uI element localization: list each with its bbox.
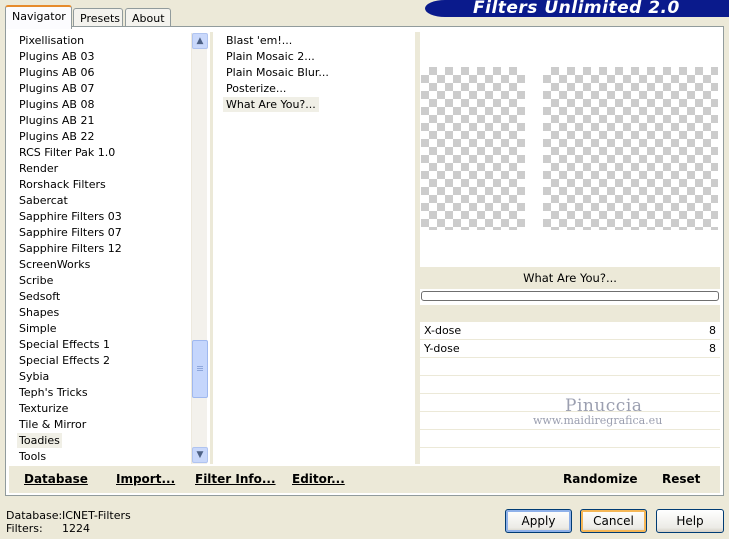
watermark: Pinuccia www.maidiregrafica.eu [533,396,693,427]
randomize-button[interactable]: Randomize [563,466,637,493]
param-row-empty [420,448,720,465]
category-item[interactable]: Sapphire Filters 03 [17,209,124,224]
category-scrollbar[interactable]: ▲ ▼ [191,33,208,464]
category-item[interactable]: Sedsoft [17,289,62,304]
category-item[interactable]: Sapphire Filters 12 [17,241,124,256]
reset-button[interactable]: Reset [662,466,700,493]
category-item[interactable]: Simple [17,321,59,336]
app-title-banner: Filters Unlimited 2.0 [425,0,729,17]
filter-info-label: Filter Info... [195,472,276,486]
editor-label: Editor... [292,472,345,486]
param-row-empty [420,376,720,393]
tab-about[interactable]: About [125,8,171,28]
divider [210,32,213,464]
category-item[interactable]: ScreenWorks [17,257,92,272]
category-item[interactable]: Plugins AB 06 [17,65,96,80]
help-button[interactable]: Help [656,509,724,533]
bottom-toolbar: Database Import... Filter Info... Editor… [9,466,720,493]
cancel-button[interactable]: Cancel [580,509,647,533]
category-item[interactable]: Sybia [17,369,51,384]
category-item[interactable]: Special Effects 1 [17,337,112,352]
chevron-down-icon[interactable]: ▼ [192,447,208,463]
category-item[interactable]: Shapes [17,305,61,320]
category-item[interactable]: Sapphire Filters 07 [17,225,124,240]
apply-button[interactable]: Apply [505,509,572,533]
scrollbar-thumb[interactable] [192,340,208,398]
filter-item[interactable]: Posterize... [223,81,289,96]
param-row-y-dose[interactable]: Y-dose 8 [420,340,720,357]
category-item[interactable]: Scribe [17,273,55,288]
category-item[interactable]: Plugins AB 22 [17,129,96,144]
category-item[interactable]: Rorshack Filters [17,177,108,192]
chevron-up-icon[interactable]: ▲ [192,33,208,49]
category-item-selected[interactable]: Toadies [17,433,62,448]
selected-filter-title: What Are You?... [420,267,720,289]
progress-bar [421,291,719,301]
original-preview [421,67,525,230]
category-item[interactable]: Plugins AB 08 [17,97,96,112]
tab-navigator[interactable]: Navigator [5,5,72,29]
category-item[interactable]: Tile & Mirror [17,417,88,432]
category-item[interactable]: Render [17,161,60,176]
filter-info-button[interactable]: Filter Info... [195,466,276,493]
tab-presets[interactable]: Presets [73,8,123,28]
param-row-x-dose[interactable]: X-dose 8 [420,322,720,339]
category-item[interactable]: Pixellisation [17,33,86,48]
category-item[interactable]: Sabercat [17,193,70,208]
category-item[interactable]: Plugins AB 03 [17,49,96,64]
filter-item-selected[interactable]: What Are You?... [223,97,319,112]
param-name: X-dose [424,324,462,337]
import-label: Import... [116,472,176,486]
category-item[interactable]: Plugins AB 07 [17,81,96,96]
filter-item[interactable]: Plain Mosaic Blur... [223,65,332,80]
category-list[interactable]: Pixellisation Plugins AB 03 Plugins AB 0… [9,32,209,464]
database-label: Database [24,472,88,486]
result-preview [543,67,718,230]
filter-item[interactable]: Plain Mosaic 2... [223,49,318,64]
editor-button[interactable]: Editor... [292,466,345,493]
database-info: Database:ICNET-Filters Filters: 1224 [6,509,131,535]
param-value: 8 [709,324,716,337]
database-button[interactable]: Database [24,466,88,493]
filters-count-value: 1224 [62,522,90,535]
filter-item[interactable]: Blast 'em!... [223,33,295,48]
category-item[interactable]: Special Effects 2 [17,353,112,368]
filter-list[interactable]: Blast 'em!... Plain Mosaic 2... Plain Mo… [217,32,414,464]
watermark-name: Pinuccia [565,396,643,416]
param-row-empty [420,358,720,375]
database-value: ICNET-Filters [62,509,131,522]
category-item[interactable]: Tools [17,449,48,464]
category-item[interactable]: Texturize [17,401,70,416]
filters-count-label: Filters: [6,522,43,535]
grip-line [197,366,203,367]
param-name: Y-dose [424,342,460,355]
grip-line [197,368,203,369]
param-value: 8 [709,342,716,355]
param-row-empty [420,430,720,447]
import-button[interactable]: Import... [116,466,175,493]
parameter-panel: X-dose 8 Y-dose 8 [420,305,720,465]
database-label: Database: [6,509,63,522]
category-item[interactable]: RCS Filter Pak 1.0 [17,145,117,160]
category-item[interactable]: Plugins AB 21 [17,113,96,128]
category-item[interactable]: Teph's Tricks [17,385,90,400]
watermark-url: www.maidiregrafica.eu [533,414,663,427]
tab-strip: Navigator Presets About [5,5,175,29]
preview-area [420,32,720,264]
grip-line [197,370,203,371]
